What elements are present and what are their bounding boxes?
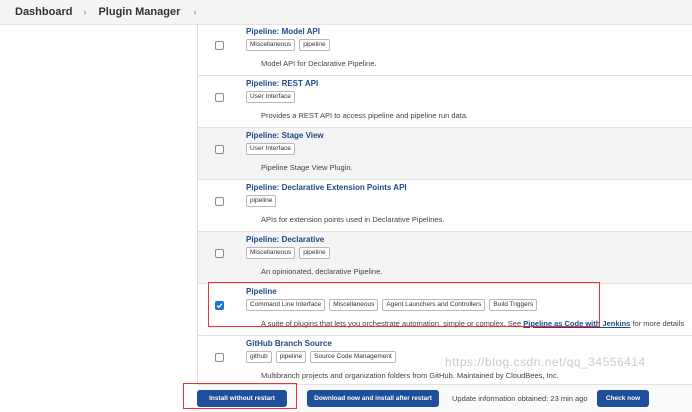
- plugin-checkbox[interactable]: [215, 197, 224, 206]
- plugin-name-link[interactable]: Pipeline: Declarative: [246, 235, 324, 244]
- plugin-tags: User Interface: [246, 91, 295, 103]
- plugin-name-link[interactable]: Pipeline: Declarative Extension Points A…: [246, 183, 407, 192]
- breadcrumb-plugin-manager[interactable]: Plugin Manager: [86, 6, 180, 18]
- plugin-description: An opinionated, declarative Pipeline.: [261, 267, 383, 276]
- plugin-table: Pipeline: Model API Miscellaneous pipeli…: [197, 24, 692, 384]
- plugin-tags: pipeline: [246, 195, 277, 207]
- download-and-install-button[interactable]: Download now and install after restart: [307, 390, 439, 407]
- plugin-tag[interactable]: Miscellaneous: [246, 247, 296, 259]
- plugin-row-extension-points: Pipeline: Declarative Extension Points A…: [198, 180, 692, 232]
- update-info-text: Update information obtained: 23 min ago: [452, 394, 588, 403]
- plugin-row-rest-api: Pipeline: REST API User Interface Provid…: [198, 76, 692, 128]
- plugin-description: Pipeline Stage View Plugin.: [261, 163, 353, 172]
- plugin-description: Provides a REST API to access pipeline a…: [261, 111, 469, 120]
- plugin-name-link[interactable]: Pipeline: Stage View: [246, 131, 324, 140]
- plugin-name-link[interactable]: GitHub Branch Source: [246, 339, 332, 348]
- chevron-right-icon[interactable]: ›: [193, 7, 196, 17]
- plugin-checkbox[interactable]: [215, 249, 224, 258]
- plugin-row-github-branch-source: GitHub Branch Source github pipeline Sou…: [198, 336, 692, 384]
- plugin-tag[interactable]: pipeline: [246, 195, 277, 207]
- plugin-tag[interactable]: User Interface: [246, 143, 295, 155]
- plugin-tags: github pipeline Source Code Management: [246, 351, 396, 363]
- plugin-tag[interactable]: Miscellaneous: [246, 39, 296, 51]
- plugin-description-suffix: for more details: [630, 319, 685, 328]
- plugin-tags: Miscellaneous pipeline: [246, 39, 330, 51]
- plugin-name-link[interactable]: Pipeline: REST API: [246, 79, 318, 88]
- plugin-checkbox[interactable]: [215, 145, 224, 154]
- plugin-tag[interactable]: User Interface: [246, 91, 295, 103]
- plugin-tags: Miscellaneous pipeline: [246, 247, 330, 259]
- plugin-tag[interactable]: Source Code Management: [310, 351, 396, 363]
- plugin-checkbox[interactable]: [215, 41, 224, 50]
- plugin-tag[interactable]: pipeline: [275, 351, 307, 363]
- check-now-button[interactable]: Check now: [597, 390, 649, 407]
- plugin-row-declarative: Pipeline: Declarative Miscellaneous pipe…: [198, 232, 692, 284]
- highlight-box-pipeline: [208, 282, 600, 327]
- plugin-checkbox[interactable]: [215, 353, 224, 362]
- plugin-checkbox[interactable]: [215, 93, 224, 102]
- plugin-tag[interactable]: pipeline: [299, 39, 330, 51]
- plugin-tag[interactable]: pipeline: [299, 247, 330, 259]
- plugin-name-link[interactable]: Pipeline: Model API: [246, 27, 320, 36]
- plugin-row-model-api: Pipeline: Model API Miscellaneous pipeli…: [198, 24, 692, 76]
- plugin-description: Multibranch projects and organization fo…: [261, 371, 559, 380]
- breadcrumb: Dashboard › Plugin Manager ›: [0, 0, 692, 25]
- plugin-description: APIs for extension points used in Declar…: [261, 215, 445, 224]
- plugin-tags: User Interface: [246, 143, 295, 155]
- plugin-description: Model API for Declarative Pipeline.: [261, 59, 377, 68]
- plugin-row-stage-view: Pipeline: Stage View User Interface Pipe…: [198, 128, 692, 180]
- breadcrumb-dashboard[interactable]: Dashboard: [0, 6, 72, 18]
- highlight-box-install: [183, 383, 297, 409]
- plugin-tag[interactable]: github: [246, 351, 272, 363]
